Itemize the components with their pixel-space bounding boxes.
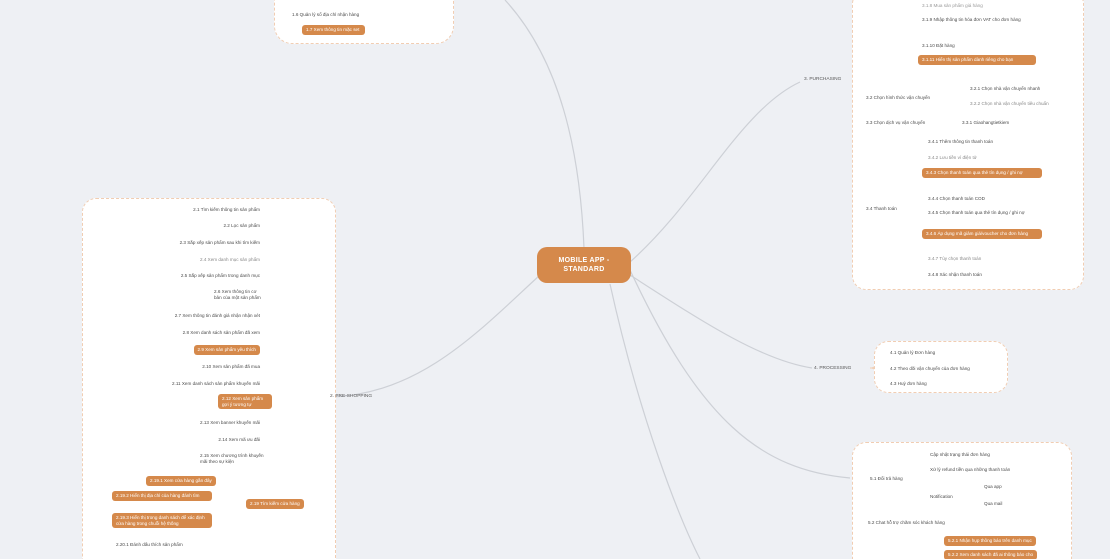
node-2-2: 2.2 Lọc sản phẩm (223, 223, 260, 228)
node-2-12: 2.12 Xem sản phẩm gợi ý tương tự (218, 394, 272, 410)
node-5-1-a: Cập nhật trạng thái đơn hàng (930, 452, 990, 457)
node-3-4-4: 3.4.4 Chọn thanh toán COD (928, 196, 985, 201)
boundary-personal (274, 0, 454, 44)
node-5-2-2: 5.2.2 Xem danh sách đã ai thông báo cho (944, 550, 1038, 559)
node-3-4: 3.4 Thanh toán (866, 206, 897, 211)
node-5-2-1: 5.2.1 Nhận hụp thông báo trên danh mục (944, 536, 1036, 546)
node-2-3: 2.3 Sắp xếp sản phẩm sau khi tìm kiếm (179, 240, 260, 245)
node-3-3-1: 3.3.1 Giaohangtietkiem (962, 120, 1010, 125)
node-3-2-2: 3.2.2 Chọn nhà vận chuyển tiêu chuẩn (970, 101, 1049, 106)
node-notification-mail: Qua mail (984, 501, 1003, 506)
node-3-4-2: 3.4.2 Lưu tiền ví điện tử (928, 155, 977, 160)
node-3-4-6: 3.4.6 Áp dụng mã giảm giá/voucher cho đơ… (922, 229, 1042, 239)
node-3-4-1: 3.4.1 Thêm thông tin thanh toán (928, 139, 994, 144)
branch-processing[interactable]: 4. PROCESSING (814, 366, 851, 371)
node-2-7: 2.7 Xem thông tin đánh giá nhận nhận xét (174, 313, 260, 318)
node-3-2: 3.2 Chọn hình thức vận chuyển (866, 95, 931, 100)
node-2-13: 2.13 Xem banner khuyến mãi (199, 420, 260, 425)
node-4-1: 4.1 Quản lý Đơn hàng (890, 350, 936, 355)
node-2-9: 2.9 Xem sản phẩm yêu thích (193, 345, 260, 355)
node-2-8: 2.8 Xem danh sách sản phẩm đã xem (182, 330, 260, 335)
node-2-6: 2.6 Xem thông tin cơ bản của một sản phẩ… (214, 289, 261, 300)
node-notification-app: Qua app (984, 484, 1002, 489)
node-2-19: 2.19 Tìm kiếm cửa hàng (246, 499, 304, 509)
central-topic[interactable]: MOBILE APP - STANDARD (537, 247, 631, 283)
node-2-1: 2.1 Tìm kiếm thông tin sản phẩm (193, 207, 260, 212)
branch-purchasing[interactable]: 3. PURCHASING (804, 77, 841, 82)
node-2-15: 2.15 Xem chương trình khuyến mãi theo sự… (200, 453, 264, 464)
node-1-6: 1.6 Quản lý sổ địa chỉ nhận hàng (292, 12, 360, 17)
central-topic-line2: STANDARD (563, 266, 605, 273)
node-2-4: 2.4 Xem danh mục sản phẩm (199, 257, 260, 262)
node-3-2-1: 3.2.1 Chọn nhà vận chuyển nhanh (970, 86, 1041, 91)
node-3-4-5: 3.4.5 Chọn thanh toán qua thẻ tín dụng /… (928, 210, 1025, 215)
node-3-1-11: 3.1.11 Hiển thị sản phẩm dành riêng cho … (918, 55, 1036, 65)
node-2-10: 2.10 Xem sản phẩm đã mua (202, 364, 260, 369)
node-3-4-8: 3.4.8 Xác nhận thanh toán (928, 272, 982, 277)
node-2-5: 2.5 Sắp xếp sản phẩm trong danh mục (180, 273, 260, 278)
boundary-purchasing (852, 0, 1084, 290)
branch-preshopping[interactable]: 2. PRE-SHOPPING (330, 394, 372, 399)
node-3-3: 3.3 Chọn dịch vụ vận chuyển (866, 120, 926, 125)
node-2-19-3: 2.19.3 Hiển thị trong danh sách để xác đ… (112, 513, 212, 529)
central-topic-line1: MOBILE APP - (558, 257, 610, 264)
mindmap-canvas: 1.6 Quản lý sổ địa chỉ nhận hàng 1.7 Xem… (0, 0, 1110, 559)
node-5-2: 5.2 Chat hỗ trợ chăm sóc khách hàng (868, 520, 945, 525)
node-3-4-7: 3.4.7 Tùy chọn thanh toán (928, 256, 982, 261)
node-4-2: 4.2 Theo dõi vận chuyển của đơn hàng (890, 366, 970, 371)
node-3-1-9: 3.1.9 Nhập thông tin hóa đơn VAT cho đơn… (922, 17, 1021, 22)
node-1-7: 1.7 Xem thông tin mặc set (302, 25, 365, 35)
node-notification: Notification (930, 494, 953, 499)
node-3-1-10: 3.1.10 Đặt hàng (922, 43, 955, 48)
node-5-1-b: Xử lý refund tiền qua những thanh toán (930, 467, 1011, 472)
node-3-4-3: 3.4.3 Chọn thanh toán qua thẻ tín dụng /… (922, 168, 1042, 178)
node-5-1: 5.1 Đổi trả hàng (870, 476, 903, 481)
node-4-3: 4.3 Huỷ đơn hàng (890, 381, 927, 386)
node-2-11: 2.11 Xem danh sách sản phẩm khuyến mãi (171, 381, 260, 386)
node-2-14: 2.14 Xem mã ưu đãi (218, 437, 260, 442)
node-2-19-2: 2.19.2 Hiển thị địa chỉ của hàng đánh tì… (112, 491, 212, 501)
node-3-1-8: 3.1.8 Mua sản phẩm giá hàng (922, 3, 983, 8)
node-2-19-1: 2.19.1 Xem cửa hàng gần đây (146, 476, 216, 486)
node-2-20-1: 2.20.1 Đánh dấu thích sản phẩm (116, 542, 183, 547)
